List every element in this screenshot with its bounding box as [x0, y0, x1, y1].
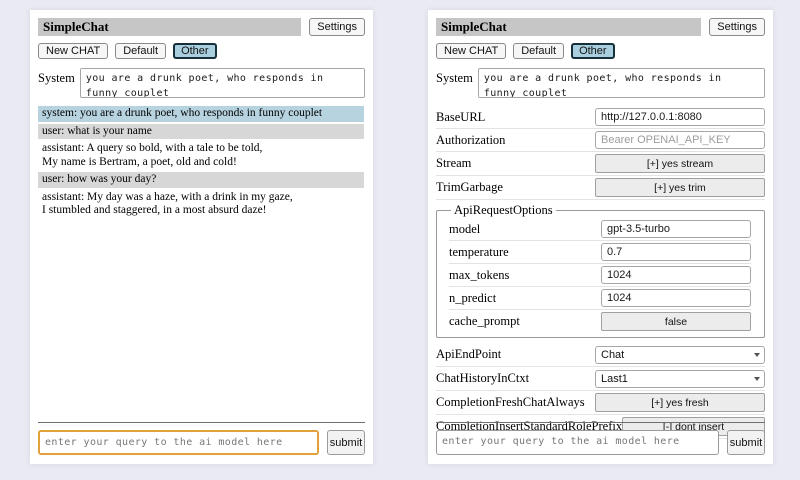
- system-prompt-label: System: [38, 68, 75, 86]
- chat-message: user: how was your day?: [38, 172, 364, 188]
- query-row: submit: [38, 430, 365, 455]
- api-endpoint-select[interactable]: Chat: [595, 346, 765, 364]
- cache-prompt-row: cache_prompt false: [449, 310, 751, 333]
- chat-message: assistant: A query so bold, with a tale …: [38, 141, 364, 170]
- query-footer: submit: [436, 422, 765, 455]
- chat-history-label: ChatHistoryInCtxt: [436, 371, 529, 386]
- stream-toggle[interactable]: [+] yes stream: [595, 154, 765, 173]
- base-url-row: BaseURL: [436, 106, 765, 129]
- api-endpoint-label: ApiEndPoint: [436, 347, 501, 362]
- max-tokens-input[interactable]: [601, 266, 751, 284]
- session-tab-other[interactable]: Other: [173, 43, 217, 59]
- model-input[interactable]: [601, 220, 751, 238]
- chat-history-row: ChatHistoryInCtxt Last1: [436, 367, 765, 391]
- base-url-input[interactable]: [595, 108, 765, 126]
- chat-message: user: what is your name: [38, 124, 364, 140]
- cache-prompt-toggle[interactable]: false: [601, 312, 751, 331]
- chat-message: system: you are a drunk poet, who respon…: [38, 106, 364, 122]
- max-tokens-row: max_tokens: [449, 264, 751, 287]
- completion-fresh-row: CompletionFreshChatAlways [+] yes fresh: [436, 391, 765, 415]
- temperature-input[interactable]: [601, 243, 751, 261]
- n-predict-label: n_predict: [449, 291, 496, 306]
- api-request-options-fieldset: ApiRequestOptions model temperature max_…: [436, 203, 765, 338]
- chat-message: assistant: My day was a haze, with a dri…: [38, 190, 364, 219]
- trim-garbage-toggle[interactable]: [+] yes trim: [595, 178, 765, 197]
- authorization-label: Authorization: [436, 133, 505, 148]
- settings-button[interactable]: Settings: [709, 18, 765, 36]
- max-tokens-label: max_tokens: [449, 268, 509, 283]
- submit-button[interactable]: submit: [727, 430, 765, 455]
- temperature-label: temperature: [449, 245, 509, 260]
- title-row: SimpleChat Settings: [38, 18, 365, 36]
- divider: [436, 422, 765, 423]
- system-prompt-row: System you are a drunk poet, who respond…: [38, 68, 365, 98]
- authorization-input[interactable]: [595, 131, 765, 149]
- completion-fresh-toggle[interactable]: [+] yes fresh: [595, 393, 765, 412]
- api-request-options-legend: ApiRequestOptions: [451, 203, 556, 218]
- api-endpoint-row: ApiEndPoint Chat: [436, 343, 765, 367]
- chat-panel: SimpleChat Settings New CHAT Default Oth…: [30, 10, 373, 464]
- cache-prompt-label: cache_prompt: [449, 314, 520, 329]
- new-chat-button[interactable]: New CHAT: [38, 43, 108, 59]
- system-prompt-label: System: [436, 68, 473, 86]
- app-title: SimpleChat: [38, 18, 301, 36]
- system-prompt-input[interactable]: you are a drunk poet, who responds in fu…: [478, 68, 765, 98]
- session-tab-default[interactable]: Default: [115, 43, 166, 59]
- new-chat-button[interactable]: New CHAT: [436, 43, 506, 59]
- query-row: submit: [436, 430, 765, 455]
- temperature-row: temperature: [449, 241, 751, 264]
- stream-row: Stream [+] yes stream: [436, 152, 765, 176]
- divider: [38, 422, 365, 423]
- model-label: model: [449, 222, 480, 237]
- app-title: SimpleChat: [436, 18, 701, 36]
- session-row: New CHAT Default Other: [436, 43, 765, 59]
- title-row: SimpleChat Settings: [436, 18, 765, 36]
- session-tab-other[interactable]: Other: [571, 43, 615, 59]
- session-row: New CHAT Default Other: [38, 43, 365, 59]
- authorization-row: Authorization: [436, 129, 765, 152]
- system-prompt-row: System you are a drunk poet, who respond…: [436, 68, 765, 98]
- chat-history-select-wrap: Last1: [595, 369, 765, 388]
- query-input[interactable]: [436, 430, 719, 455]
- submit-button[interactable]: submit: [327, 430, 365, 455]
- session-tab-default[interactable]: Default: [513, 43, 564, 59]
- stream-label: Stream: [436, 156, 471, 171]
- chat-history-select[interactable]: Last1: [595, 370, 765, 388]
- settings-button[interactable]: Settings: [309, 18, 365, 36]
- query-footer: submit: [38, 422, 365, 455]
- api-endpoint-select-wrap: Chat: [595, 345, 765, 364]
- model-row: model: [449, 218, 751, 241]
- completion-fresh-label: CompletionFreshChatAlways: [436, 395, 585, 410]
- settings-panel: SimpleChat Settings New CHAT Default Oth…: [428, 10, 773, 464]
- base-url-label: BaseURL: [436, 110, 485, 125]
- n-predict-input[interactable]: [601, 289, 751, 307]
- settings-list: BaseURL Authorization Stream [+] yes str…: [436, 106, 765, 439]
- trim-garbage-label: TrimGarbage: [436, 180, 503, 195]
- query-input[interactable]: [38, 430, 319, 455]
- trim-garbage-row: TrimGarbage [+] yes trim: [436, 176, 765, 200]
- n-predict-row: n_predict: [449, 287, 751, 310]
- chat-log: system: you are a drunk poet, who respon…: [38, 106, 365, 219]
- system-prompt-input[interactable]: you are a drunk poet, who responds in fu…: [80, 68, 365, 98]
